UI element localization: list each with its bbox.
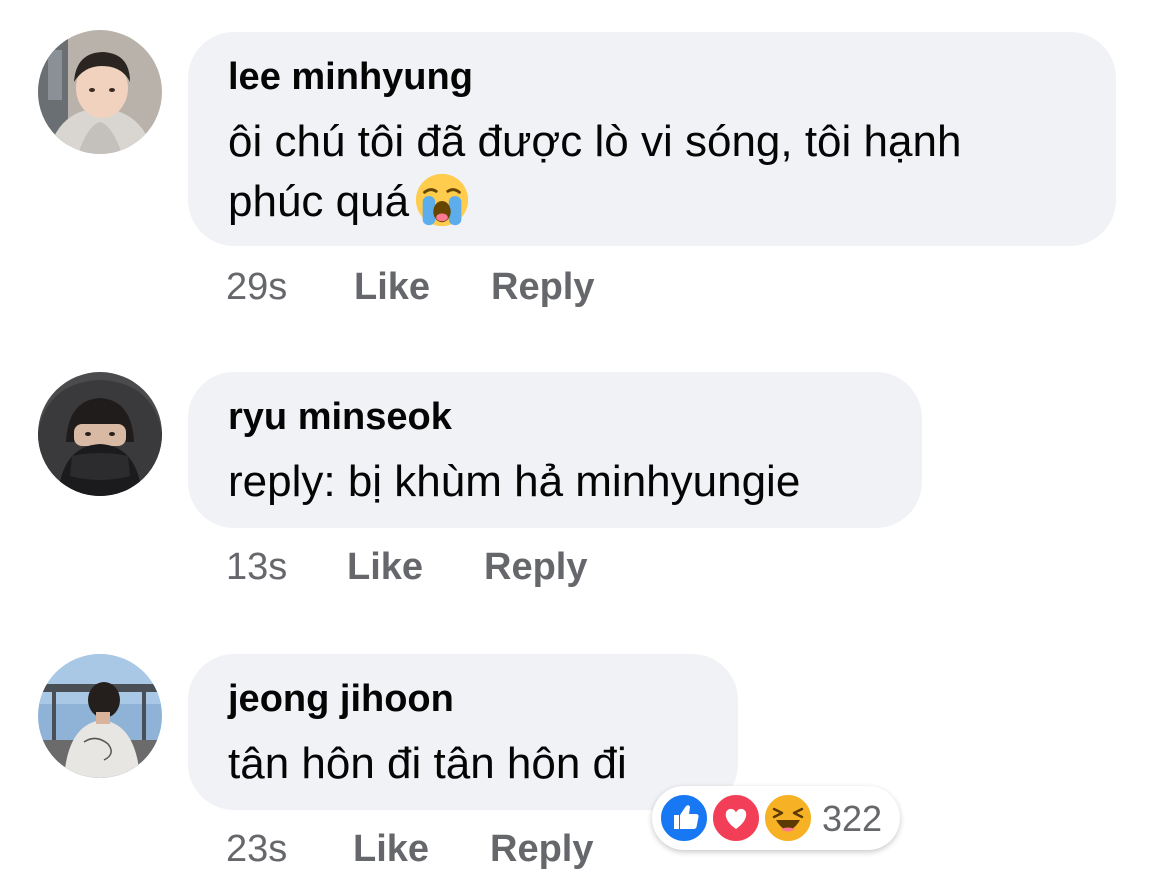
comment-bubble: ryu minseok reply: bị khùm hả minhyungie — [188, 372, 922, 528]
love-reaction-icon — [710, 792, 762, 844]
like-reaction-icon — [658, 792, 710, 844]
like-button[interactable]: Like — [354, 266, 430, 309]
comment-text: tân hôn đi tân hôn đi — [228, 739, 627, 788]
reply-button[interactable]: Reply — [490, 828, 593, 871]
comment-bubble: jeong jihoon tân hôn đi tân hôn đi — [188, 654, 738, 810]
reaction-count: 322 — [822, 798, 883, 839]
avatar-jeong-jihoon[interactable] — [38, 654, 162, 778]
comment-author[interactable]: jeong jihoon — [228, 678, 454, 721]
comment-thread: lee minhyung ôi chú tôi đã được lò vi só… — [0, 0, 1170, 880]
comment-text-line: phúc quá — [228, 172, 961, 233]
comment-timestamp[interactable]: 29s — [226, 266, 287, 309]
reactions-summary[interactable]: 322 — [652, 786, 900, 850]
avatar-ryu-minseok[interactable] — [38, 372, 162, 496]
reply-button[interactable]: Reply — [484, 546, 587, 589]
comment-timestamp[interactable]: 13s — [226, 546, 287, 589]
comment-timestamp[interactable]: 23s — [226, 828, 287, 871]
like-button[interactable]: Like — [347, 546, 423, 589]
comment-text-line: ôi chú tôi đã được lò vi sóng, tôi hạnh — [228, 117, 962, 166]
haha-reaction-icon — [762, 792, 814, 844]
like-button[interactable]: Like — [353, 828, 429, 871]
avatar-lee-minhyung[interactable] — [38, 30, 162, 154]
comment-bubble: lee minhyung ôi chú tôi đã được lò vi só… — [188, 32, 1116, 246]
loudly-crying-face-icon — [415, 174, 469, 227]
comment-author[interactable]: ryu minseok — [228, 396, 452, 439]
comment-text: reply: bị khùm hả minhyungie — [228, 457, 801, 506]
reply-button[interactable]: Reply — [491, 266, 594, 309]
comment-author[interactable]: lee minhyung — [228, 56, 473, 99]
comment-text: ôi chú tôi đã được lò vi sóng, tôi hạnh … — [228, 112, 961, 233]
